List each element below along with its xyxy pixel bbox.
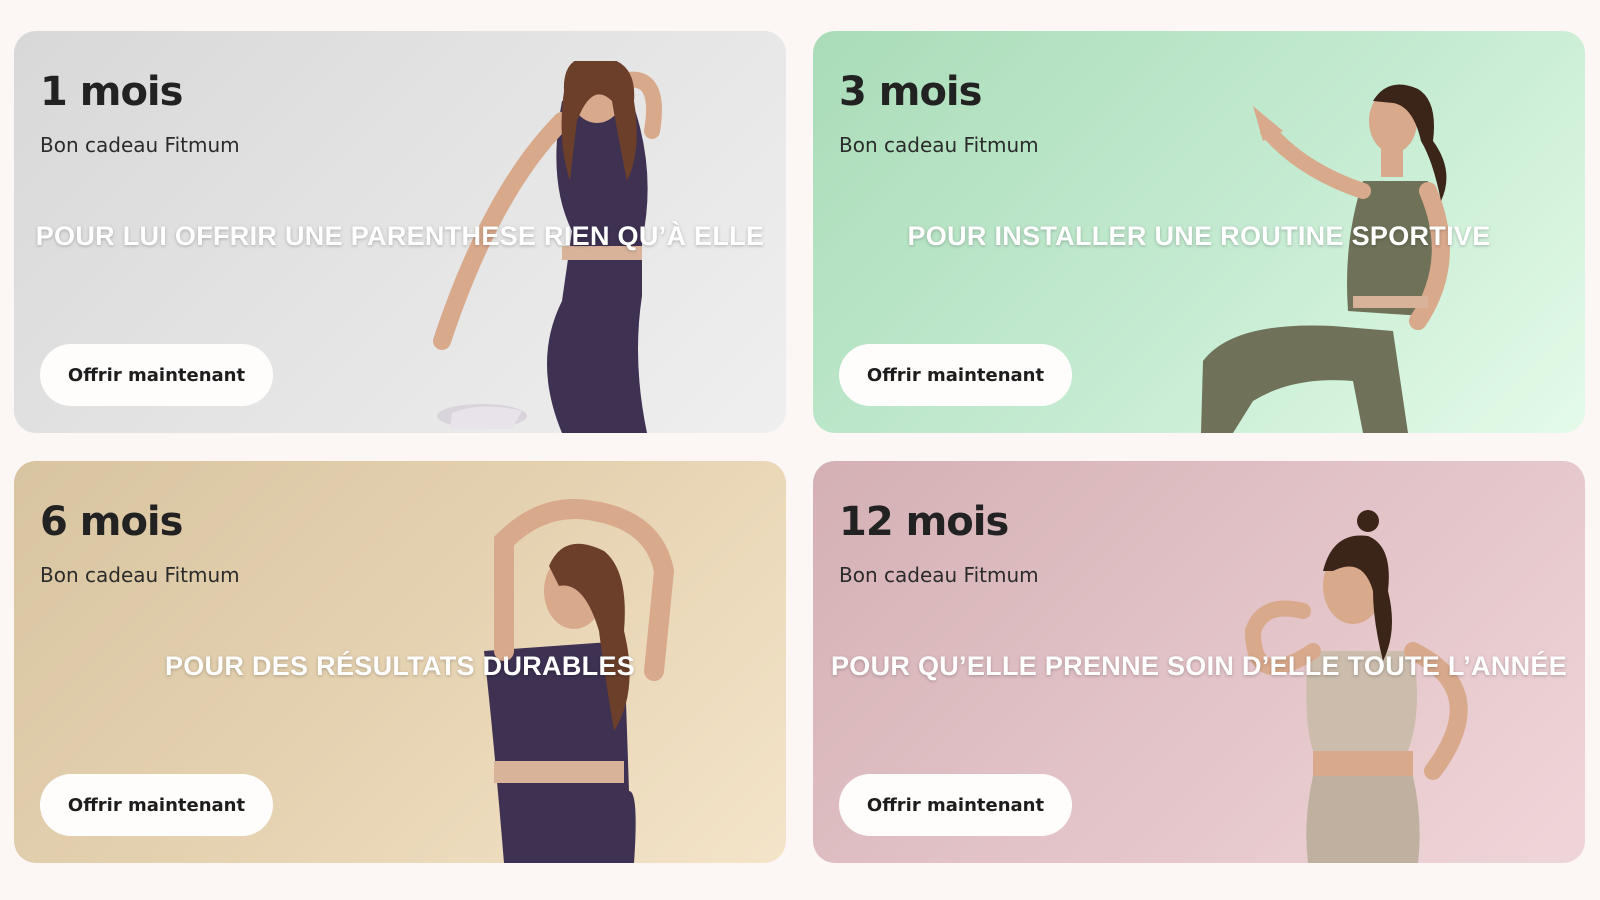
gift-card-grid: 1 mois Bon cadeau Fitmum POUR LUI OFFRIR… [0, 0, 1600, 900]
card-tagline: POUR DES RÉSULTATS DURABLES [164, 651, 636, 681]
gift-card-subtitle: Bon cadeau Fitmum [839, 133, 1039, 157]
gift-card-1-month: 1 mois Bon cadeau Fitmum POUR LUI OFFRIR… [14, 31, 786, 433]
plan-duration-title: 12 mois [839, 499, 1009, 545]
offer-now-button[interactable]: Offrir maintenant [40, 774, 273, 836]
offer-now-button[interactable]: Offrir maintenant [839, 344, 1072, 406]
card-tagline: POUR INSTALLER UNE ROUTINE SPORTIVE [907, 221, 1491, 251]
plan-duration-title: 3 mois [839, 69, 982, 115]
gift-card-6-months: 6 mois Bon cadeau Fitmum POUR DES RÉSULT… [14, 461, 786, 863]
offer-now-button[interactable]: Offrir maintenant [839, 774, 1072, 836]
gift-card-3-months: 3 mois Bon cadeau Fitmum POUR INSTALLER … [813, 31, 1585, 433]
offer-now-button[interactable]: Offrir maintenant [40, 344, 273, 406]
plan-duration-title: 6 mois [40, 499, 183, 545]
card-tagline: POUR QU’ELLE PRENNE SOIN D’ELLE TOUTE L’… [830, 651, 1568, 681]
plan-duration-title: 1 mois [40, 69, 183, 115]
card-tagline: POUR LUI OFFRIR UNE PARENTHESE RIEN QU’À… [35, 221, 765, 251]
gift-card-12-months: 12 mois Bon cadeau Fitmum POUR QU’ELLE P… [813, 461, 1585, 863]
gift-card-subtitle: Bon cadeau Fitmum [40, 563, 240, 587]
gift-card-subtitle: Bon cadeau Fitmum [40, 133, 240, 157]
gift-card-subtitle: Bon cadeau Fitmum [839, 563, 1039, 587]
